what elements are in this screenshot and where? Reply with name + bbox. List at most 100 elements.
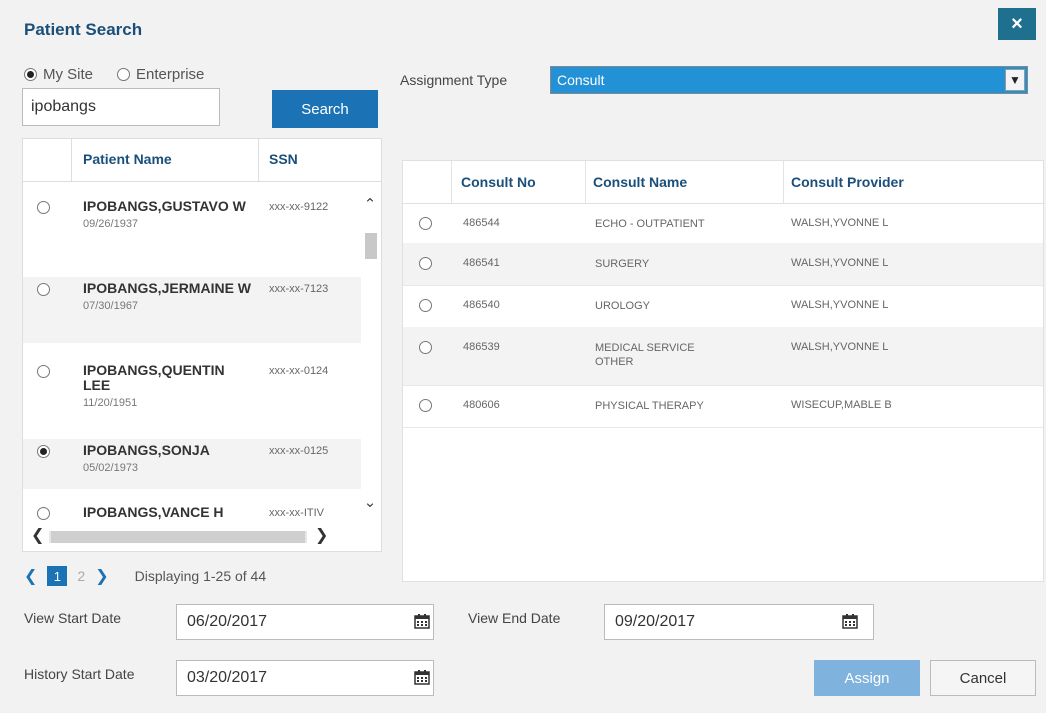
patient-dob: 05/02/1973 bbox=[83, 462, 139, 474]
patient-ssn: xxx-xx-9122 bbox=[269, 201, 329, 213]
assign-button[interactable]: Assign bbox=[814, 660, 920, 696]
consult-name-header[interactable]: Consult Name bbox=[593, 174, 687, 190]
header-divider bbox=[451, 161, 452, 203]
consult-name: MEDICAL SERVICE OTHER bbox=[595, 342, 695, 368]
patient-name: IPOBANGS,JERMAINE W bbox=[83, 280, 252, 296]
consult-radio[interactable] bbox=[419, 257, 432, 270]
consult-provider: WALSH,YVONNE L bbox=[791, 257, 889, 269]
scroll-up-icon[interactable]: ⌃ bbox=[363, 195, 377, 213]
patient-name-header[interactable]: Patient Name bbox=[83, 151, 172, 167]
consult-radio[interactable] bbox=[419, 341, 432, 354]
calendar-icon[interactable] bbox=[414, 669, 430, 685]
patient-ssn: xxx-xx-ITIV bbox=[269, 507, 324, 519]
patient-vertical-scrollbar[interactable]: ⌃ ⌄ bbox=[363, 195, 377, 511]
patient-dob: 07/30/1967 bbox=[83, 300, 139, 312]
patient-row[interactable]: IPOBANGS,VANCE H xxx-xx-ITIV bbox=[23, 501, 361, 527]
close-button[interactable]: × bbox=[998, 8, 1036, 40]
consult-no: 486544 bbox=[463, 217, 500, 229]
current-page-button[interactable]: 1 bbox=[47, 566, 68, 586]
next-page-icon[interactable]: ❯ bbox=[95, 566, 108, 586]
patient-search-dialog: Patient Search × My Site Enterprise Sear… bbox=[0, 0, 1046, 713]
header-divider bbox=[258, 139, 259, 181]
consult-no: 480606 bbox=[463, 399, 500, 411]
consult-name: UROLOGY bbox=[595, 300, 651, 312]
history-start-date-input[interactable] bbox=[176, 660, 434, 696]
scroll-thumb[interactable] bbox=[365, 233, 377, 259]
consult-name: PHYSICAL THERAPY bbox=[595, 400, 704, 412]
patient-radio[interactable] bbox=[37, 365, 50, 378]
consult-radio[interactable] bbox=[419, 217, 432, 230]
patient-table-header: Patient Name SSN bbox=[23, 139, 381, 182]
search-button[interactable]: Search bbox=[272, 90, 378, 128]
dialog-title: Patient Search bbox=[24, 20, 143, 39]
calendar-icon[interactable] bbox=[414, 613, 430, 629]
consult-provider: WALSH,YVONNE L bbox=[791, 341, 889, 353]
consult-radio[interactable] bbox=[419, 399, 432, 412]
patient-row[interactable]: IPOBANGS,JERMAINE W 07/30/1967 xxx-xx-71… bbox=[23, 277, 361, 343]
chevron-down-icon[interactable]: ▼ bbox=[1005, 69, 1025, 91]
consult-no: 486540 bbox=[463, 299, 500, 311]
patient-row[interactable]: IPOBANGS,SONJA 05/02/1973 xxx-xx-0125 bbox=[23, 439, 361, 489]
patient-radio[interactable] bbox=[37, 201, 50, 214]
patient-table: Patient Name SSN IPOBANGS,GUSTAVO W 09/2… bbox=[22, 138, 382, 552]
patient-cell: IPOBANGS,JERMAINE W 07/30/1967 bbox=[83, 281, 253, 314]
scope-enterprise[interactable]: Enterprise bbox=[117, 66, 204, 83]
patient-row[interactable]: IPOBANGS,QUENTIN LEE 11/20/1951 xxx-xx-0… bbox=[23, 359, 361, 429]
view-start-date-label: View Start Date bbox=[24, 610, 122, 626]
pagination-status: Displaying 1-25 of 44 bbox=[134, 568, 267, 584]
scope-my-site[interactable]: My Site bbox=[24, 66, 93, 83]
scroll-right-icon[interactable]: ❯ bbox=[315, 525, 328, 545]
header-divider bbox=[71, 139, 72, 181]
patient-row[interactable]: IPOBANGS,GUSTAVO W 09/26/1937 xxx-xx-912… bbox=[23, 195, 361, 261]
scroll-thumb[interactable] bbox=[51, 531, 305, 543]
prev-page-icon[interactable]: ❮ bbox=[24, 566, 37, 586]
view-end-date-label: View End Date bbox=[468, 610, 561, 626]
patient-ssn: xxx-xx-0124 bbox=[269, 365, 329, 377]
consult-row[interactable]: 486540 UROLOGY WALSH,YVONNE L bbox=[403, 285, 1043, 328]
patient-cell: IPOBANGS,SONJA 05/02/1973 bbox=[83, 443, 253, 476]
header-divider bbox=[585, 161, 586, 203]
consult-name: SURGERY bbox=[595, 258, 650, 270]
assignment-type-label: Assignment Type bbox=[400, 72, 508, 88]
calendar-icon[interactable] bbox=[842, 613, 858, 629]
consult-no: 486539 bbox=[463, 341, 500, 353]
patient-name: IPOBANGS,QUENTIN LEE bbox=[83, 362, 225, 393]
view-end-date-input[interactable] bbox=[604, 604, 874, 640]
header-divider bbox=[783, 161, 784, 203]
scroll-down-icon[interactable]: ⌄ bbox=[363, 493, 377, 511]
cancel-button[interactable]: Cancel bbox=[930, 660, 1036, 696]
patient-ssn: xxx-xx-0125 bbox=[269, 445, 329, 457]
enterprise-radio[interactable] bbox=[117, 68, 131, 81]
ssn-header[interactable]: SSN bbox=[269, 151, 298, 167]
patient-cell: IPOBANGS,GUSTAVO W 09/26/1937 bbox=[83, 199, 253, 232]
patient-radio[interactable] bbox=[37, 283, 50, 296]
consult-no: 486541 bbox=[463, 257, 500, 269]
consult-row[interactable]: 480606 PHYSICAL THERAPY WISECUP,MABLE B bbox=[403, 385, 1043, 428]
consult-radio[interactable] bbox=[419, 299, 432, 312]
consult-row[interactable]: 486541 SURGERY WALSH,YVONNE L bbox=[403, 243, 1043, 286]
consult-table: Consult No Consult Name Consult Provider… bbox=[402, 160, 1044, 582]
consult-no-header[interactable]: Consult No bbox=[461, 174, 536, 190]
scroll-left-icon[interactable]: ❮ bbox=[31, 525, 44, 545]
consult-row[interactable]: 486544 ECHO - OUTPATIENT WALSH,YVONNE L bbox=[403, 203, 1043, 244]
consult-provider: WALSH,YVONNE L bbox=[791, 299, 889, 311]
patient-dob: 09/26/1937 bbox=[83, 218, 139, 230]
patient-radio[interactable] bbox=[37, 507, 50, 520]
page-2-button[interactable]: 2 bbox=[77, 568, 85, 584]
patient-search-input[interactable] bbox=[22, 88, 220, 126]
patient-name: IPOBANGS,GUSTAVO W bbox=[83, 198, 246, 214]
view-start-date-input[interactable] bbox=[176, 604, 434, 640]
consult-row[interactable]: 486539 MEDICAL SERVICE OTHER WALSH,YVONN… bbox=[403, 327, 1043, 386]
patient-cell: IPOBANGS,VANCE H bbox=[83, 505, 253, 520]
search-scope: My Site Enterprise bbox=[24, 66, 204, 83]
assignment-type-value: Consult bbox=[557, 72, 605, 88]
my-site-radio[interactable] bbox=[24, 68, 37, 81]
assignment-type-select[interactable]: Consult ▼ bbox=[550, 66, 1028, 94]
patient-name: IPOBANGS,VANCE H bbox=[83, 504, 224, 520]
patient-radio-selected[interactable] bbox=[37, 445, 50, 458]
consult-provider-header[interactable]: Consult Provider bbox=[791, 174, 904, 190]
enterprise-label: Enterprise bbox=[136, 66, 205, 83]
consult-table-header: Consult No Consult Name Consult Provider bbox=[403, 161, 1043, 204]
patient-horizontal-scrollbar[interactable]: ❮ ❯ bbox=[23, 527, 363, 545]
patient-dob: 11/20/1951 bbox=[83, 397, 138, 409]
